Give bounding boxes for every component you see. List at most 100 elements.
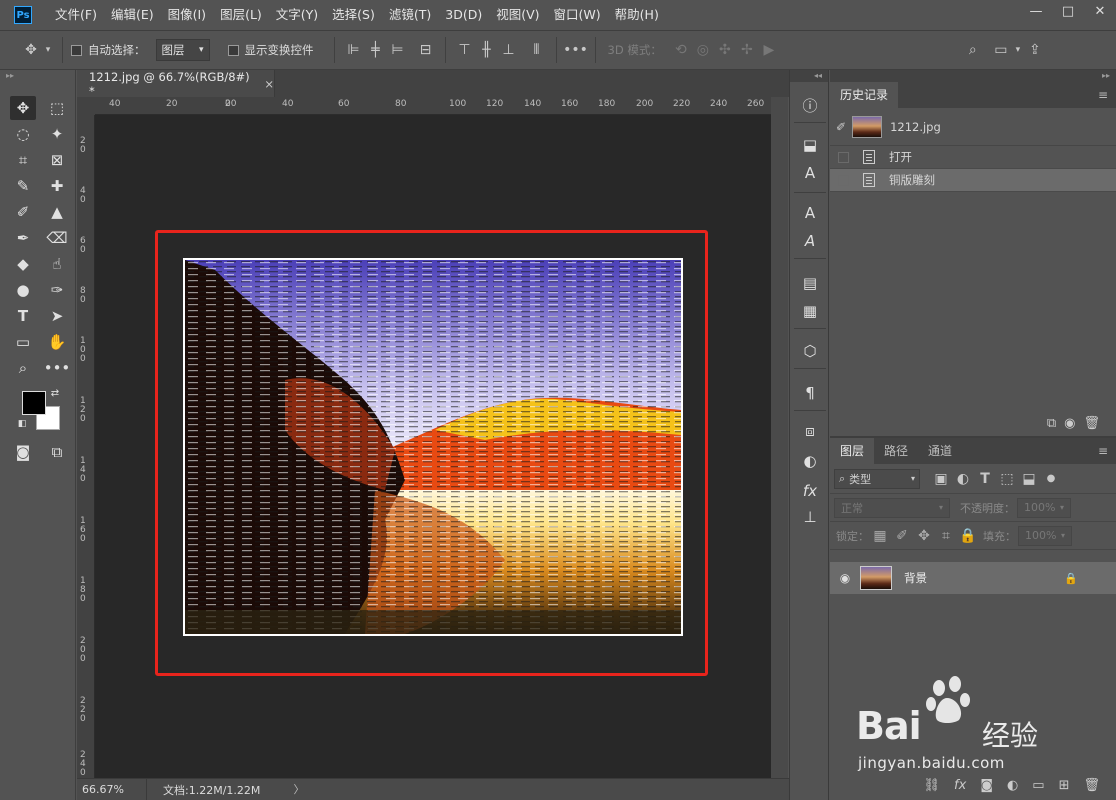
align-bottom-icon[interactable]: ⊥ [498,42,520,58]
eyedropper-tool-icon[interactable]: ✎ [10,174,36,198]
tab-history[interactable]: 历史记录 [830,82,899,108]
opacity-field[interactable]: 100% ▾ [1017,497,1071,518]
more-tools-icon[interactable]: ••• [44,356,71,380]
menu-edit[interactable]: 编辑(E) [104,0,161,30]
styles-fx-icon[interactable]: fx [798,480,822,502]
collapse-tools-icon[interactable]: ▸▸ [0,70,76,82]
default-colors-icon[interactable]: ◧ [16,418,28,430]
3d-panel-icon[interactable]: ⬡ [798,340,822,362]
screen-mode-icon[interactable]: ⧉ [44,440,70,464]
delete-icon[interactable]: 🗑 [1083,416,1100,431]
close-tab-icon[interactable]: × [264,77,274,91]
new-document-from-state-icon[interactable]: ⧉ [1047,416,1056,431]
ruler-origin[interactable] [77,97,95,115]
new-snapshot-icon[interactable]: ◉ [1064,416,1075,431]
3d-slide-icon[interactable]: ✢ [736,42,758,58]
delete-layer-icon[interactable]: 🗑 [1083,778,1100,793]
horizontal-ruler[interactable]: 40 20 0 20 40 60 80 100 120 140 160 180 … [95,97,771,115]
document-tab[interactable]: 1212.jpg @ 66.7%(RGB/8#) * × [77,70,275,98]
path-selection-tool-icon[interactable]: ➤ [44,304,70,328]
rectangle-tool-icon[interactable]: ▭ [10,330,36,354]
pen-tool-icon[interactable]: ✑ [44,278,70,302]
distribute-v-icon[interactable]: ⦀ [526,42,548,58]
share-icon[interactable]: ⇪ [1024,42,1046,58]
zoom-level-field[interactable]: 66.67% [77,778,147,800]
new-layer-icon[interactable]: ⊞ [1059,778,1070,793]
smudge-tool-icon[interactable]: ☝ [44,252,70,276]
search-icon[interactable]: ⌕ [962,42,984,58]
more-options-icon[interactable]: ••• [563,42,588,58]
chevron-down-icon[interactable]: ▾ [1012,45,1024,55]
collapse-strip-icon[interactable]: ◂◂ [790,70,828,82]
new-adjustment-layer-icon[interactable]: ◐ [1007,778,1018,793]
swap-colors-icon[interactable]: ⇄ [48,386,62,400]
3d-pan-icon[interactable]: ✣ [714,42,736,58]
link-layers-icon[interactable]: ⛓ [924,778,941,793]
status-menu-arrow-icon[interactable]: 〉 [289,779,309,800]
history-brush-tool-icon[interactable]: ✒ [10,226,36,250]
glyphs-icon[interactable]: A [798,230,822,252]
3d-orbit-icon[interactable]: ⟲ [670,42,692,58]
crop-tool-icon[interactable]: ⌗ [10,148,36,172]
lock-pixels-icon[interactable]: ✐ [891,528,913,544]
distribute-h-icon[interactable]: ⊟ [415,42,437,58]
history-snapshot[interactable]: ✐ 1212.jpg [830,108,1116,146]
visibility-eye-icon[interactable]: ◉ [830,571,860,585]
vertical-ruler[interactable]: 2 0 4 0 6 0 8 0 1 0 0 1 2 0 1 4 0 1 6 0 … [77,115,95,778]
foreground-color-swatch[interactable] [22,391,46,415]
new-group-icon[interactable]: ▭ [1032,778,1044,793]
history-brush-source-icon[interactable]: ✐ [836,120,846,134]
menu-filter[interactable]: 滤镜(T) [382,0,438,30]
close-window-button[interactable]: ✕ [1084,0,1116,22]
hand-tool-icon[interactable]: ✋ [44,330,70,354]
history-step[interactable]: 打开 [830,146,1116,169]
lock-position-icon[interactable]: ✥ [913,528,935,544]
menu-3d[interactable]: 3D(D) [438,0,489,30]
panel-menu-icon[interactable]: ≡ [1098,88,1108,102]
lasso-tool-icon[interactable]: ◌ [10,122,36,146]
3d-roll-icon[interactable]: ◎ [692,42,714,58]
brush-tool-icon[interactable]: ✐ [10,200,36,224]
eraser-tool-icon[interactable]: ⌫ [44,226,70,250]
menu-layer[interactable]: 图层(L) [213,0,269,30]
filter-adjustment-icon[interactable]: ◐ [952,471,974,487]
menu-view[interactable]: 视图(V) [489,0,546,30]
menu-image[interactable]: 图像(I) [161,0,213,30]
clone-source-icon[interactable]: ⬓ [798,134,822,156]
clone-stamp-panel-icon[interactable]: ⊥ [798,506,822,528]
adjustments-icon[interactable]: ◐ [798,450,822,472]
history-step[interactable]: 铜版雕刻 [830,169,1116,192]
align-center-h-icon[interactable]: ╪ [365,42,387,58]
auto-select-checkbox[interactable] [71,44,82,56]
zoom-tool-icon[interactable]: ⌕ [10,356,36,380]
menu-select[interactable]: 选择(S) [325,0,382,30]
character-styles-icon[interactable]: A [798,162,822,184]
auto-select-target-dropdown[interactable]: 图层 ▾ [155,39,210,61]
character-icon[interactable]: A [798,202,822,224]
filter-pixel-icon[interactable]: ▣ [930,471,952,487]
healing-brush-tool-icon[interactable]: ✚ [44,174,70,198]
workspace-icon[interactable]: ▭ [990,42,1012,58]
add-mask-icon[interactable]: ◙ [980,778,993,793]
align-middle-v-icon[interactable]: ╫ [476,42,498,58]
fill-field[interactable]: 100% ▾ [1018,525,1072,546]
history-source-checkbox[interactable] [838,151,849,163]
paint-bucket-tool-icon[interactable]: ◆ [10,252,36,276]
dodge-tool-icon[interactable]: ● [10,278,36,302]
minimize-button[interactable]: — [1020,0,1052,22]
lock-transparency-icon[interactable]: ▦ [869,528,891,544]
paragraph-icon[interactable]: ¶ [798,382,822,404]
menu-type[interactable]: 文字(Y) [269,0,325,30]
move-tool-icon[interactable]: ✥ [10,96,36,120]
vertical-scrollbar[interactable] [771,97,788,778]
align-top-icon[interactable]: ⊤ [454,42,476,58]
history-source-checkbox[interactable] [838,174,849,186]
layer-style-fx-icon[interactable]: fx [954,778,966,793]
quick-mask-icon[interactable]: ◙ [10,440,36,464]
filter-shape-icon[interactable]: ⬚ [996,471,1018,487]
frame-tool-icon[interactable]: ⊠ [44,148,70,172]
filter-type-icon[interactable]: T [974,471,996,487]
clone-stamp-tool-icon[interactable]: ▲ [44,200,70,224]
menu-help[interactable]: 帮助(H) [608,0,666,30]
collapse-panels-icon[interactable]: ▸▸ [830,70,1116,82]
